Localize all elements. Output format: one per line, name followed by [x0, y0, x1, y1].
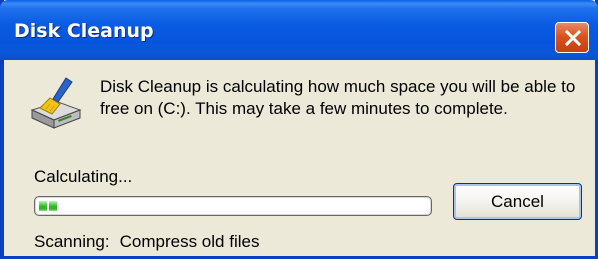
scan-label: Scanning:	[34, 232, 110, 251]
scan-status: Scanning: Compress old files	[34, 232, 259, 252]
progress-fill	[39, 201, 57, 211]
disk-cleanup-icon	[28, 74, 84, 137]
progress-label: Calculating...	[34, 167, 133, 186]
progress-bar	[34, 196, 432, 216]
close-icon	[564, 29, 582, 47]
progress-block	[39, 201, 47, 211]
message-text: Disk Cleanup is calculating how much spa…	[100, 77, 576, 118]
title-bar[interactable]: Disk Cleanup	[0, 0, 598, 60]
cancel-button[interactable]: Cancel	[453, 183, 582, 220]
progress-block	[49, 201, 57, 211]
scan-item: Compress old files	[119, 232, 260, 251]
close-button[interactable]	[555, 22, 589, 53]
window-title: Disk Cleanup	[14, 20, 154, 42]
disk-cleanup-dialog: Disk Cleanup Disk Cleanup is calculating…	[0, 0, 598, 259]
